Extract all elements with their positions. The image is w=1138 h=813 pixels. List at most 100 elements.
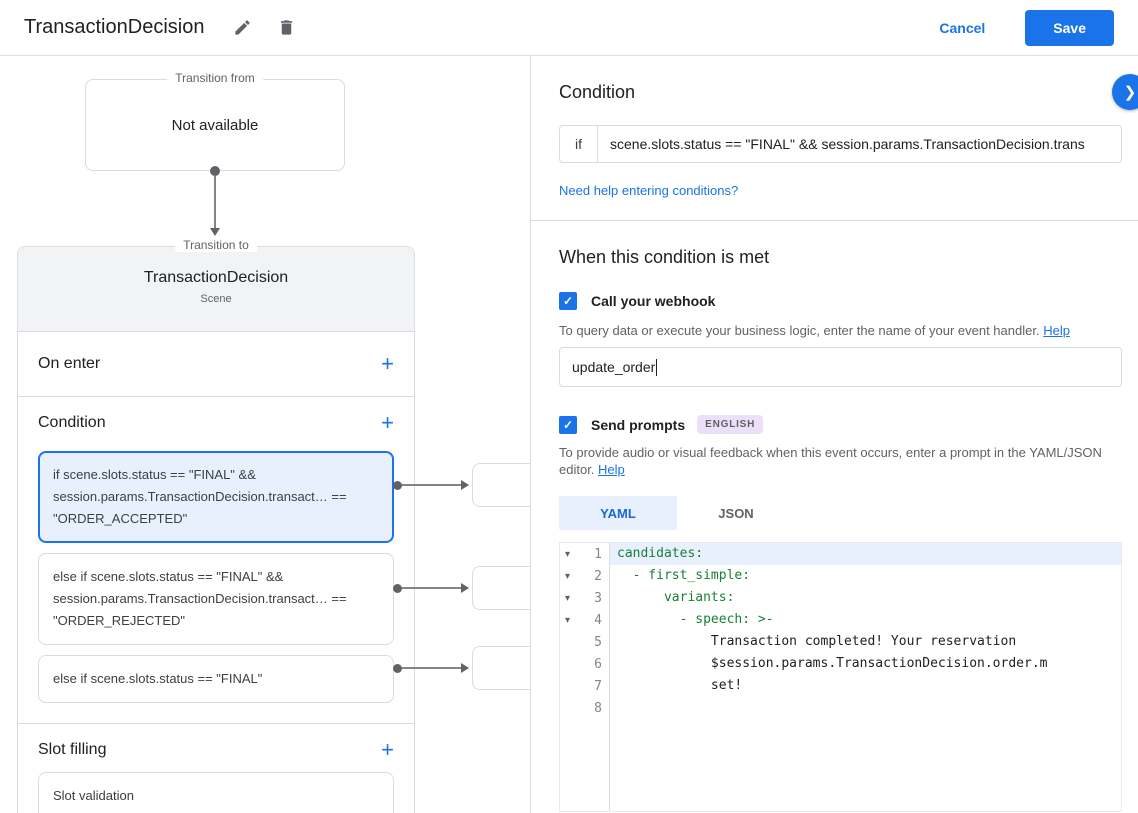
connector-dot[interactable]	[393, 664, 402, 673]
line-number: 3	[594, 590, 602, 606]
fold-icon[interactable]: ▾	[565, 571, 577, 582]
gutter-cell[interactable]: 7	[560, 675, 609, 697]
if-label: if	[560, 126, 598, 162]
arrow-right-icon	[461, 663, 469, 673]
line-number: 1	[594, 546, 602, 562]
condition-section-header: Condition +	[18, 397, 414, 441]
arrow-down-icon	[210, 228, 220, 236]
code-line[interactable]: $session.params.TransactionDecision.orde…	[610, 653, 1121, 675]
webhook-description: To query data or execute your business l…	[559, 322, 1122, 339]
transition-to-label: Transition to	[175, 238, 257, 252]
gutter-cell[interactable]: ▾ 2	[560, 565, 609, 587]
prompts-checkbox[interactable]: ✓	[559, 415, 577, 434]
yaml-editor[interactable]: ▾ 1 ▾ 2 ▾ 3 ▾ 4 5 6 7 8 candidates: - first_simple:…	[559, 542, 1122, 812]
connector-line	[214, 176, 216, 228]
add-slot-button[interactable]: +	[381, 739, 394, 761]
gutter-cell[interactable]: ▾ 1	[560, 543, 609, 565]
code-line[interactable]: - first_simple:	[610, 565, 1121, 587]
gutter-cell[interactable]: 8	[560, 697, 609, 719]
connector-dot[interactable]	[393, 481, 402, 490]
edit-title-button[interactable]	[224, 10, 260, 46]
arrow-right-icon	[461, 480, 469, 490]
webhook-help-link[interactable]: Help	[1043, 323, 1070, 338]
line-number: 4	[594, 612, 602, 628]
code-line[interactable]: variants:	[610, 587, 1121, 609]
connector-dot[interactable]	[210, 166, 220, 176]
transition-from-content: Not available	[171, 116, 259, 134]
delete-scene-button[interactable]	[268, 10, 304, 46]
transition-target-box[interactable]	[472, 646, 530, 690]
condition-expression-field[interactable]: if scene.slots.status == "FINAL" && sess…	[559, 125, 1122, 163]
connector-line	[402, 667, 461, 669]
page-title: TransactionDecision	[24, 16, 205, 38]
save-button[interactable]: Save	[1025, 9, 1114, 46]
condition-item-accepted[interactable]: if scene.slots.status == "FINAL" && sess…	[38, 451, 394, 543]
code-line[interactable]: candidates:	[610, 543, 1121, 565]
on-enter-section: On enter +	[18, 332, 414, 397]
fold-icon[interactable]: ▾	[565, 615, 577, 626]
gutter-cell[interactable]: 6	[560, 653, 609, 675]
line-number: 2	[594, 568, 602, 584]
scene-card-header[interactable]: TransactionDecision Scene	[18, 247, 414, 332]
collapse-panel-button[interactable]: ❯	[1112, 74, 1138, 110]
condition-item-rejected[interactable]: else if scene.slots.status == "FINAL" &&…	[38, 553, 394, 645]
when-condition-title: When this condition is met	[559, 247, 770, 267]
connector-dot[interactable]	[393, 584, 402, 593]
add-on-enter-button[interactable]: +	[381, 353, 394, 375]
prompts-description: To provide audio or visual feedback when…	[559, 444, 1122, 478]
condition-section: Condition + if scene.slots.status == "FI…	[18, 397, 414, 724]
prompts-toggle-row: ✓ Send prompts ENGLISH	[559, 415, 1122, 434]
prompts-label: Send prompts	[591, 416, 686, 433]
connector-line	[402, 484, 461, 486]
check-icon: ✓	[562, 417, 574, 432]
chevron-right-icon: ❯	[1123, 84, 1137, 101]
text-cursor	[656, 358, 658, 376]
arrow-right-icon	[461, 583, 469, 593]
gutter-cell[interactable]: ▾ 3	[560, 587, 609, 609]
prompts-description-text: To provide audio or visual feedback when…	[559, 445, 1102, 477]
trash-icon	[280, 20, 292, 35]
line-number: 5	[594, 634, 602, 650]
code-line[interactable]: - speech: >-	[610, 609, 1121, 631]
line-number: 6	[594, 656, 602, 672]
prompts-help-link[interactable]: Help	[598, 462, 625, 477]
transition-from-label: Transition from	[167, 71, 263, 85]
gutter-cell[interactable]: ▾ 4	[560, 609, 609, 631]
condition-expression-value[interactable]: scene.slots.status == "FINAL" && session…	[598, 126, 1121, 162]
condition-editor-panel: Condition ❯ if scene.slots.status == "FI…	[530, 56, 1138, 813]
tab-json[interactable]: JSON	[677, 496, 795, 530]
connector-line	[402, 587, 461, 589]
app-header: TransactionDecision Cancel Save	[0, 0, 1138, 56]
webhook-checkbox[interactable]: ✓	[559, 292, 577, 310]
webhook-handler-input[interactable]: update_order	[559, 347, 1122, 387]
transition-target-box[interactable]	[472, 566, 530, 610]
slot-validation-item[interactable]: Slot validation	[38, 772, 394, 813]
language-badge: ENGLISH	[697, 415, 764, 434]
fold-icon[interactable]: ▾	[565, 593, 577, 604]
transition-to-card: Transition to TransactionDecision Scene …	[17, 238, 415, 813]
scene-name: TransactionDecision	[143, 269, 289, 286]
condition-item-final[interactable]: else if scene.slots.status == "FINAL"	[38, 655, 394, 703]
transition-target-box[interactable]	[472, 463, 530, 507]
webhook-handler-value: update_order	[572, 359, 656, 375]
webhook-description-text: To query data or execute your business l…	[559, 323, 1040, 338]
slot-filling-section: Slot filling +	[18, 724, 414, 768]
add-condition-button[interactable]: +	[381, 412, 394, 434]
gutter-cell[interactable]: 5	[560, 631, 609, 653]
webhook-label: Call your webhook	[591, 293, 716, 309]
code-line[interactable]: Transaction completed! Your reservation	[610, 631, 1121, 653]
cancel-button[interactable]: Cancel	[923, 12, 1001, 44]
scene-type-label: Scene	[200, 293, 232, 305]
tab-yaml[interactable]: YAML	[559, 496, 677, 530]
editor-tabs: YAML JSON	[559, 496, 1122, 530]
fold-icon[interactable]: ▾	[565, 549, 577, 560]
section-divider	[531, 220, 1138, 221]
check-icon: ✓	[562, 294, 574, 308]
code-line[interactable]	[610, 697, 1121, 719]
on-enter-label: On enter	[38, 355, 101, 372]
panel-title: Condition	[559, 82, 636, 102]
code-line[interactable]: set!	[610, 675, 1121, 697]
condition-section-label: Condition	[38, 414, 106, 431]
conditions-help-link[interactable]: Need help entering conditions?	[559, 183, 738, 198]
pencil-icon	[235, 20, 250, 35]
